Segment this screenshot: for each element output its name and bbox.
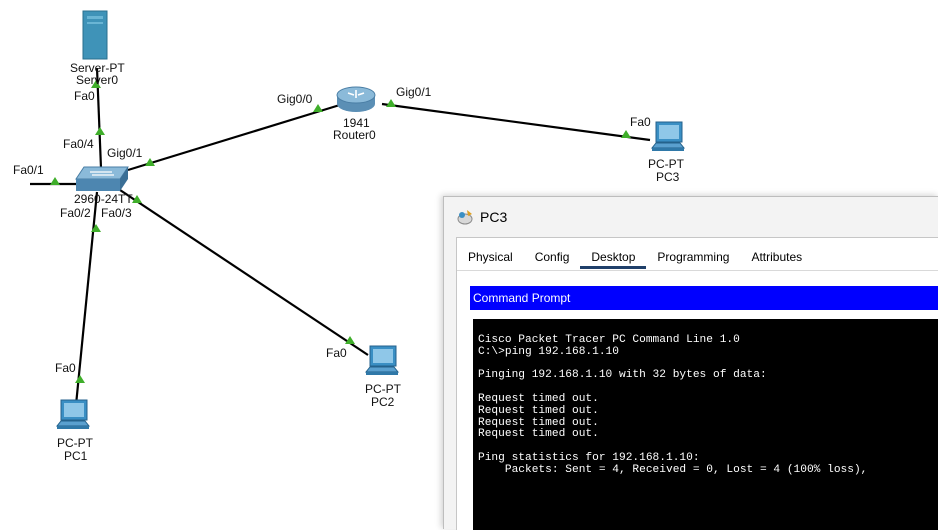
pc2-name-label: PC2	[371, 395, 395, 409]
router-port-right-label: Gig0/1	[396, 85, 432, 99]
server-name-label: Server0	[76, 73, 119, 87]
cable-router-pc3[interactable]	[381, 102, 651, 142]
pc1-name-label: PC1	[64, 449, 88, 463]
router-device[interactable]	[334, 84, 378, 114]
window-content: Physical Config Desktop Programming Attr…	[456, 237, 938, 530]
pc1-model-label: PC-PT	[57, 436, 93, 450]
server-device[interactable]	[80, 10, 112, 62]
pc2-port-label: Fa0	[326, 346, 347, 360]
switch-model-label: 2960-24TT	[74, 192, 133, 206]
cable-switch-pc1[interactable]	[74, 191, 99, 406]
pc3-device[interactable]	[650, 120, 686, 154]
switch-device[interactable]	[74, 165, 130, 193]
tab-programming[interactable]: Programming	[646, 246, 740, 268]
pc3-port-label: Fa0	[630, 115, 651, 129]
tab-desktop[interactable]: Desktop	[580, 246, 647, 269]
server-port-label: Fa0	[74, 89, 95, 103]
command-prompt-terminal[interactable]: Cisco Packet Tracer PC Command Line 1.0 …	[473, 319, 938, 530]
command-prompt-titlebar: Command Prompt	[470, 286, 938, 310]
switch-port-gig01-label: Gig0/1	[107, 146, 143, 160]
tab-divider	[457, 270, 938, 271]
link-indicator-switch-fa04	[95, 127, 105, 135]
cable-switch-pc2[interactable]	[119, 189, 369, 356]
pc1-port-label: Fa0	[55, 361, 76, 375]
server-icon	[82, 10, 108, 60]
terminal-output: Cisco Packet Tracer PC Command Line 1.0 …	[478, 334, 868, 476]
window-titlebar[interactable]: PC3	[444, 197, 938, 237]
pc2-device[interactable]	[364, 344, 400, 378]
tab-config[interactable]: Config	[524, 246, 581, 268]
router-name-label: Router0	[333, 128, 376, 142]
router-port-left-label: Gig0/0	[277, 92, 313, 106]
switch-port-fa02-label: Fa0/2	[60, 206, 91, 220]
pc2-model-label: PC-PT	[365, 382, 401, 396]
pc3-name-label: PC3	[656, 170, 680, 184]
tab-bar: Physical Config Desktop Programming Attr…	[457, 246, 837, 269]
link-indicator-router-gig01	[386, 99, 396, 107]
pc1-device[interactable]	[55, 398, 91, 432]
tab-physical[interactable]: Physical	[457, 246, 524, 268]
link-indicator-pc1	[75, 375, 85, 383]
pc3-icon	[650, 121, 686, 151]
switch-port-fa04-label: Fa0/4	[63, 137, 94, 151]
switch-port-fa01-label: Fa0/1	[13, 163, 44, 177]
switch-icon	[75, 166, 129, 191]
pc3-model-label: PC-PT	[648, 157, 684, 171]
link-indicator-pc3	[621, 130, 631, 138]
pc1-icon	[55, 399, 91, 429]
cable-switch-router[interactable]	[127, 102, 344, 172]
packet-tracer-icon	[457, 210, 473, 225]
router-icon	[336, 86, 376, 112]
pc3-window[interactable]: PC3 Physical Config Desktop Programming …	[443, 196, 938, 530]
link-indicator-switch-fa01	[50, 177, 60, 185]
tab-attributes[interactable]: Attributes	[740, 246, 813, 268]
pc2-icon	[364, 345, 400, 375]
window-title: PC3	[480, 209, 508, 225]
switch-port-fa03-label: Fa0/3	[101, 206, 132, 220]
link-indicator-router-gig00	[313, 104, 323, 112]
